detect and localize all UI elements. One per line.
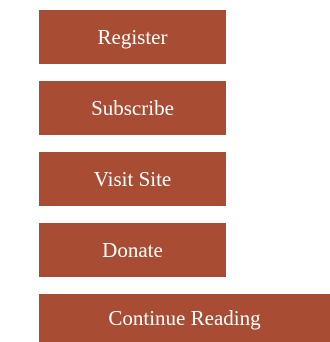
donate-button[interactable]: Donate — [39, 223, 226, 277]
button-stack-page: Register Subscribe Visit Site Donate Con… — [0, 0, 330, 342]
subscribe-button[interactable]: Subscribe — [39, 81, 226, 135]
visit-site-button[interactable]: Visit Site — [39, 152, 226, 206]
continue-reading-button[interactable]: Continue Reading — [39, 294, 330, 342]
register-button[interactable]: Register — [39, 10, 226, 64]
